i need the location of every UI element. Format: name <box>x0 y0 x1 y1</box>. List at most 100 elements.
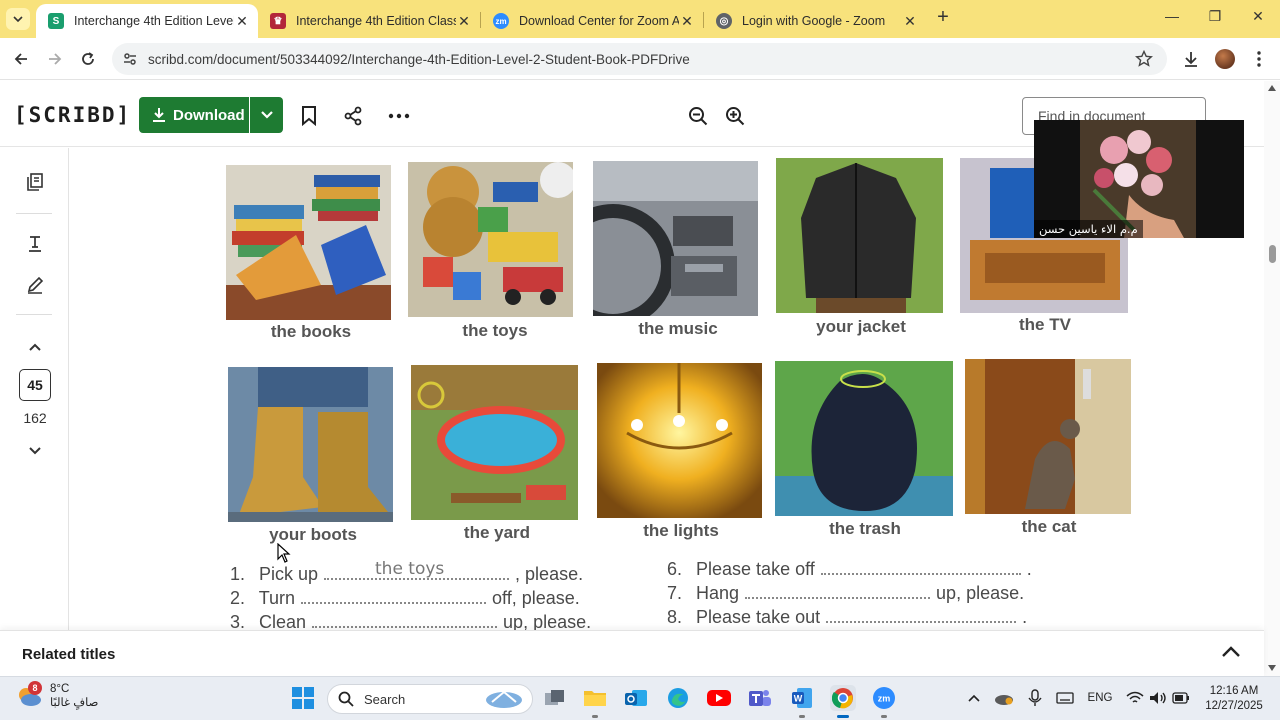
tab-zoom-login[interactable]: ◎ Login with Google - Zoom ✕ <box>704 4 926 38</box>
battery-icon <box>1172 692 1189 704</box>
new-tab-button[interactable]: + <box>933 7 953 28</box>
previous-page-button[interactable] <box>24 336 46 358</box>
trash-bag-image <box>775 361 953 516</box>
zoom-in-button[interactable] <box>724 105 746 127</box>
bookmark-star-icon[interactable] <box>1135 50 1153 68</box>
close-icon[interactable]: ✕ <box>902 13 918 30</box>
chevron-up-icon <box>968 694 980 702</box>
keyboard-button[interactable] <box>1054 688 1076 708</box>
address-bar[interactable]: scribd.com/document/503344092/Interchang… <box>112 43 1167 75</box>
zoom-video-thumbnail[interactable]: م.م الاء ياسين حسن <box>1034 120 1244 238</box>
related-titles-label: Related titles <box>22 646 116 663</box>
volume-status[interactable] <box>1148 688 1168 708</box>
exercise-text: Clean <box>259 612 307 630</box>
file-explorer-button[interactable] <box>582 685 608 718</box>
exercise-number: 6. <box>667 559 683 579</box>
clock-time: 12:16 AM <box>1209 685 1259 697</box>
wifi-status[interactable] <box>1125 688 1145 708</box>
taskbar-search-box[interactable]: Search <box>327 684 533 714</box>
close-icon[interactable]: ✕ <box>456 13 472 30</box>
annotate-button[interactable] <box>24 274 46 296</box>
start-button[interactable] <box>290 685 316 711</box>
tab-zoom-download[interactable]: zm Download Center for Zoom Ap ✕ <box>481 4 703 38</box>
caption-trash: the trash <box>829 519 901 538</box>
caption-lights: the lights <box>643 521 719 540</box>
exercise-6: 6. Please take off. <box>667 559 1032 580</box>
tab-search-button[interactable] <box>6 8 30 30</box>
zoom-app-button[interactable]: zm <box>871 685 897 718</box>
clock-date: 12/27/2025 <box>1205 700 1263 712</box>
document-left-rail: 45 162 <box>0 148 69 630</box>
save-bookmark-button[interactable] <box>298 105 320 127</box>
reload-button[interactable] <box>77 48 99 70</box>
word-button[interactable]: W <box>789 685 815 718</box>
table-of-contents-button[interactable] <box>24 171 46 193</box>
page-scrollbar[interactable] <box>1264 81 1280 677</box>
weather-widget[interactable]: 8 8°C صافٍ غالبًا <box>16 681 98 710</box>
scrollbar-thumb[interactable] <box>1269 245 1276 263</box>
bookmark-icon <box>302 106 316 126</box>
books-image <box>226 165 391 320</box>
next-page-button[interactable] <box>24 440 46 462</box>
restore-button[interactable]: ❐ <box>1205 8 1225 28</box>
more-options-button[interactable] <box>388 105 410 127</box>
exercise-number: 2. <box>230 588 246 608</box>
share-button[interactable] <box>342 105 364 127</box>
chandelier-image <box>597 363 762 518</box>
show-hidden-icons-button[interactable] <box>965 688 983 708</box>
scroll-up-icon[interactable] <box>1268 85 1276 91</box>
url-text[interactable]: scribd.com/document/503344092/Interchang… <box>148 52 690 67</box>
zoom-out-button[interactable] <box>687 105 709 127</box>
windows-taskbar: 8 8°C صافٍ غالبًا Search W zm ENG 12:16 … <box>0 676 1280 720</box>
site-info-icon[interactable] <box>122 51 138 67</box>
forward-button[interactable] <box>44 48 66 70</box>
youtube-icon <box>707 690 731 706</box>
scribd-logo[interactable]: [SCRIBD] <box>14 103 131 127</box>
profile-button[interactable] <box>1214 48 1236 70</box>
current-page-input[interactable]: 45 <box>19 369 51 401</box>
close-window-button[interactable]: ✕ <box>1248 8 1268 28</box>
more-vertical-icon <box>1257 51 1261 67</box>
chrome-icon <box>832 688 853 709</box>
exercise-text: Please take off <box>696 559 815 579</box>
back-button[interactable] <box>10 48 32 70</box>
avatar <box>1215 49 1235 69</box>
edge-button[interactable] <box>665 685 691 711</box>
input-language[interactable]: ENG <box>1084 688 1116 708</box>
chevron-down-icon <box>29 447 41 455</box>
exercise-text: Turn <box>258 588 296 608</box>
exercise-text: , please. <box>515 564 584 584</box>
exercise-2: 2. Turn off, please. <box>230 588 580 609</box>
related-titles-bar[interactable]: Related titles <box>0 630 1264 676</box>
tab-interchange-class[interactable]: ♛ Interchange 4th Edition Class A ✕ <box>258 4 480 38</box>
chevron-up-icon[interactable] <box>1220 643 1242 659</box>
edge-icon <box>668 688 688 708</box>
microphone-status[interactable] <box>1024 688 1046 708</box>
notification-badge: 8 <box>28 681 42 695</box>
battery-status[interactable] <box>1171 688 1191 708</box>
youtube-button[interactable] <box>706 685 732 711</box>
chrome-button[interactable] <box>830 685 856 718</box>
browser-menu-button[interactable] <box>1248 48 1270 70</box>
onedrive-button[interactable] <box>993 688 1015 708</box>
downloads-button[interactable] <box>1180 48 1202 70</box>
scroll-down-icon[interactable] <box>1268 665 1276 671</box>
close-icon[interactable]: ✕ <box>679 13 695 30</box>
exercise-text: up, please. <box>503 612 592 630</box>
photo-cat <box>965 359 1131 514</box>
photo-boots <box>228 367 393 522</box>
outlook-button[interactable] <box>623 685 649 711</box>
photo-trash <box>775 361 953 516</box>
task-view-button[interactable] <box>542 685 568 711</box>
download-button[interactable]: Download <box>139 97 249 133</box>
teams-button[interactable] <box>747 685 773 711</box>
taskbar-clock[interactable]: 12:16 AM 12/27/2025 <box>1198 684 1270 714</box>
minimize-button[interactable]: — <box>1162 8 1182 28</box>
tab-interchange-scribd[interactable]: S Interchange 4th Edition Level 2 ✕ <box>36 4 258 38</box>
text-tool-button[interactable] <box>24 233 46 255</box>
exercise-text: Hang <box>696 583 740 603</box>
download-options-button[interactable] <box>250 97 283 133</box>
close-icon[interactable]: ✕ <box>234 13 250 30</box>
tab-title: Interchange 4th Edition Class A <box>296 14 456 28</box>
chevron-down-icon <box>260 111 273 119</box>
